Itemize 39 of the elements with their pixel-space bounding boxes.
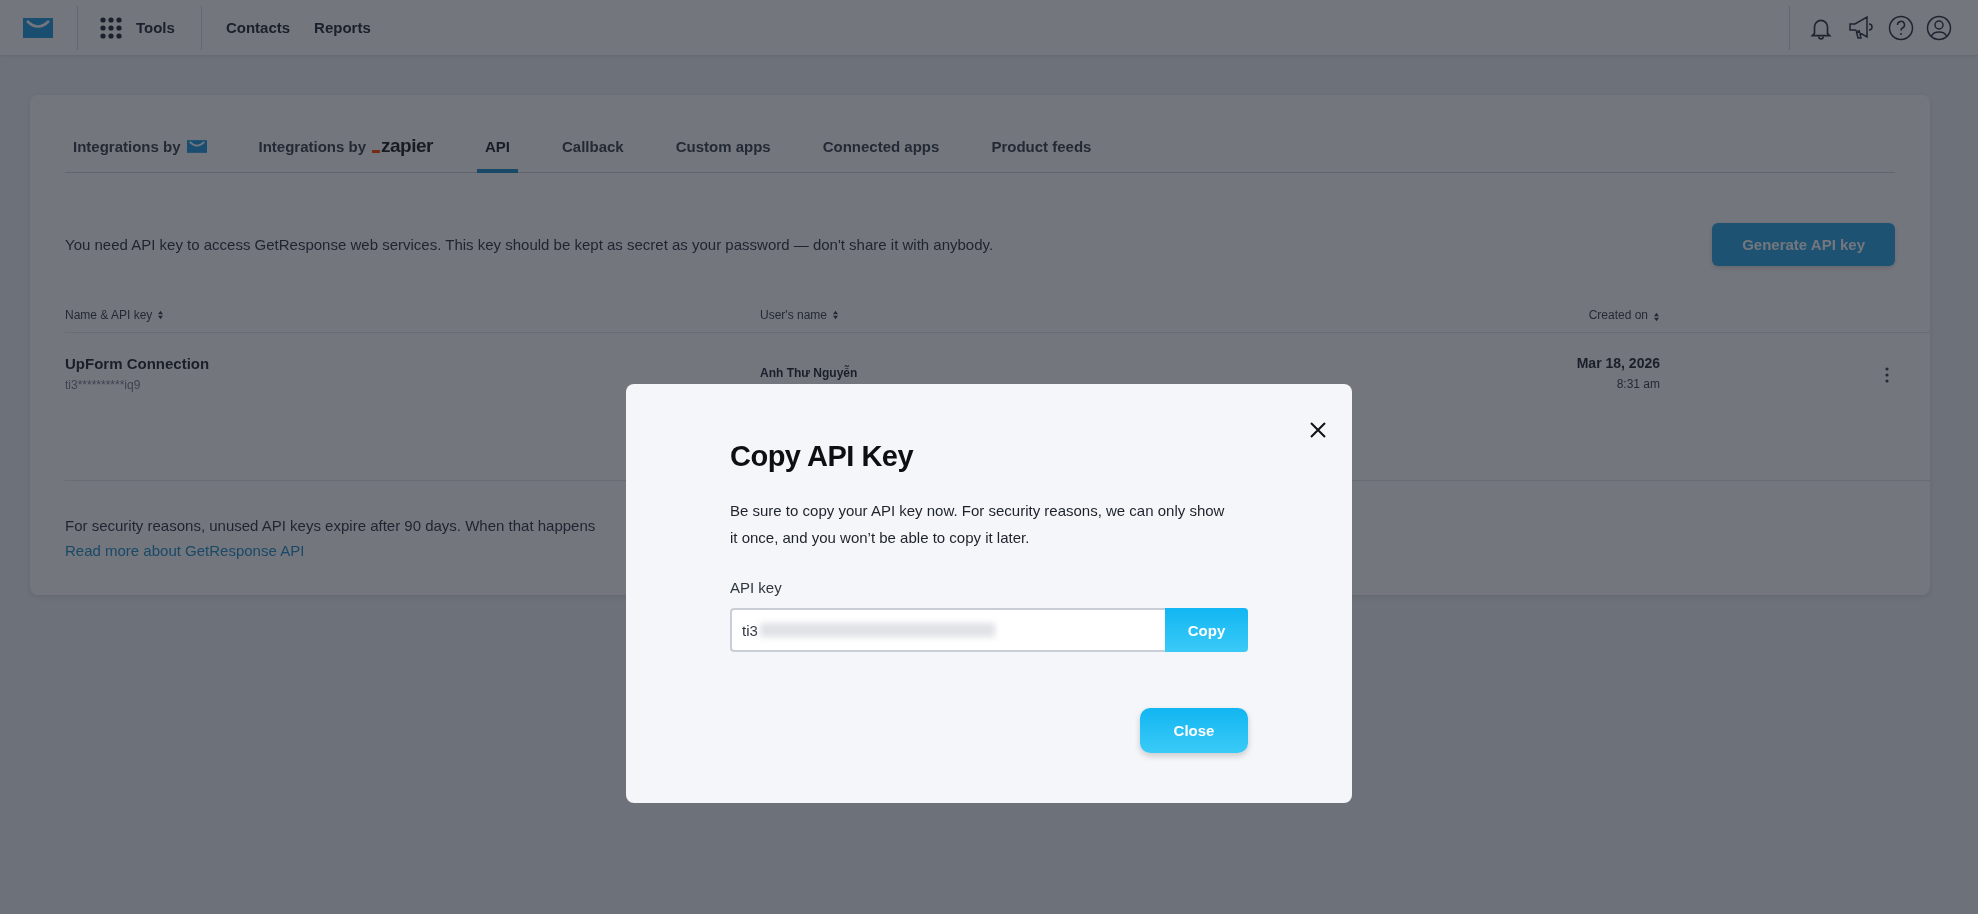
- api-key-description: You need API key to access GetResponse web services. This key should be kept as secret as your password — don't share it with anybody.: [65, 236, 994, 253]
- column-header[interactable]: Name & API key: [65, 308, 760, 322]
- api-key-field[interactable]: ti3: [730, 608, 1165, 652]
- column-header[interactable]: User's name: [760, 308, 1460, 322]
- created-time: 8:31 am: [1616, 377, 1660, 391]
- help-icon[interactable]: [1888, 14, 1914, 41]
- tab[interactable]: Integrations by zapier: [250, 125, 441, 173]
- tab[interactable]: Product feeds: [983, 125, 1100, 173]
- tools-menu-button[interactable]: Tools: [90, 16, 189, 39]
- nav-link[interactable]: Contacts: [225, 19, 291, 36]
- close-icon[interactable]: [1310, 422, 1326, 438]
- generate-api-key-button[interactable]: Generate API key: [1712, 223, 1895, 266]
- read-more-link[interactable]: Read more about GetResponse API: [65, 542, 305, 559]
- envelope-logo-icon[interactable]: [23, 17, 53, 38]
- api-key-name: UpForm Connection: [65, 355, 211, 372]
- sort-icon[interactable]: [1653, 312, 1660, 322]
- dialog-message: Be sure to copy your API key now. For security reasons, we can only show it once, and you won’t be able to copy it later.: [730, 501, 1226, 548]
- sort-icon[interactable]: [832, 310, 839, 320]
- zapier-logo: zapier: [372, 135, 433, 157]
- tab[interactable]: Integrations by: [65, 125, 215, 173]
- user-name: Anh Thư Nguyễn: [760, 366, 859, 380]
- expiry-note: For security reasons, unused API keys expire after 90 days. When that happens: [65, 517, 597, 534]
- close-button[interactable]: Close: [1140, 708, 1248, 753]
- more-options-icon[interactable]: [1885, 367, 1889, 383]
- grid-icon: [100, 16, 122, 39]
- sort-icon[interactable]: [157, 310, 165, 320]
- user-account-icon[interactable]: [1926, 14, 1952, 41]
- envelope-logo-icon: [186, 139, 207, 153]
- dialog-title: Copy API Key: [730, 440, 915, 473]
- field-label: API key: [730, 579, 783, 596]
- tab[interactable]: Connected apps: [814, 125, 948, 173]
- tab[interactable]: Custom apps: [667, 125, 779, 173]
- tab[interactable]: API: [476, 125, 518, 173]
- nav-link[interactable]: Reports: [314, 19, 371, 36]
- copy-button[interactable]: Copy: [1165, 608, 1248, 652]
- tab[interactable]: Callback: [553, 125, 632, 173]
- created-date: Mar 18, 2026: [1576, 355, 1660, 371]
- megaphone-icon[interactable]: [1846, 14, 1876, 41]
- column-header[interactable]: Created on: [1460, 308, 1660, 322]
